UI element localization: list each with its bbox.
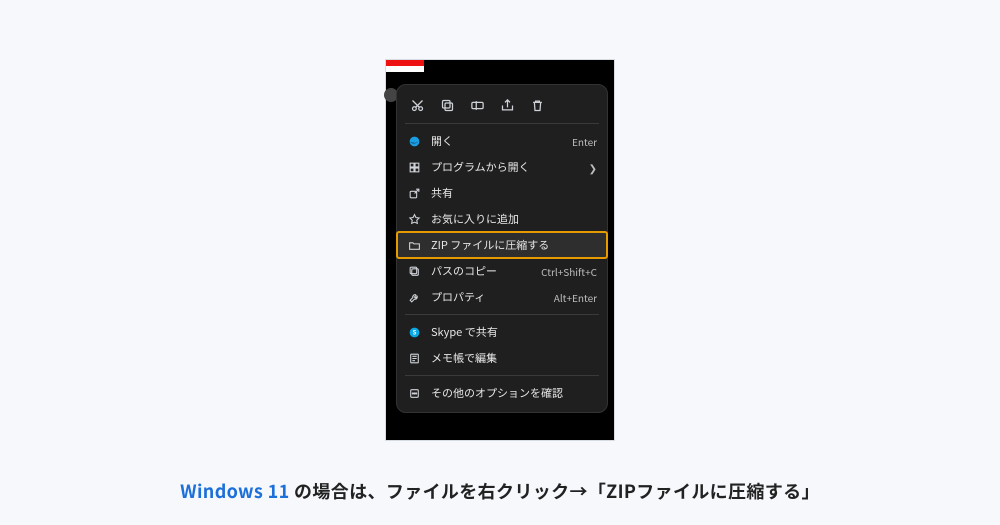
divider xyxy=(405,375,599,376)
menu-item-label: Skype で共有 xyxy=(431,324,597,340)
chevron-right-icon: ❯ xyxy=(589,160,597,175)
menu-item-favorite[interactable]: お気に入りに追加 xyxy=(397,206,607,232)
share-out-icon xyxy=(407,186,421,200)
open-with-icon xyxy=(407,160,421,174)
svg-text:S: S xyxy=(412,327,416,336)
rename-icon[interactable] xyxy=(469,97,485,113)
menu-item-label: お気に入りに追加 xyxy=(431,211,597,227)
context-menu-toolbar xyxy=(397,91,607,119)
copy-icon[interactable] xyxy=(439,97,455,113)
window-decoration xyxy=(386,60,424,66)
skype-icon: S xyxy=(407,325,421,339)
caption: Windows 11 の場合は、ファイルを右クリック→「ZIPファイルに圧縮する… xyxy=(0,478,1000,504)
menu-item-label: プロパティ xyxy=(431,289,544,305)
menu-item-properties[interactable]: プロパティ Alt+Enter xyxy=(397,284,607,310)
divider xyxy=(405,314,599,315)
menu-item-label: ZIP ファイルに圧縮する xyxy=(431,237,597,253)
menu-item-open[interactable]: 開く Enter xyxy=(397,128,607,154)
wrench-icon xyxy=(407,290,421,304)
caption-accent: Windows 11 xyxy=(180,478,289,504)
menu-item-shortcut: Enter xyxy=(572,134,597,149)
notepad-icon xyxy=(407,351,421,365)
menu-item-label: プログラムから開く xyxy=(431,159,579,175)
divider xyxy=(405,123,599,124)
screenshot-frame: 開く Enter プログラムから開く ❯ 共有 お気に入りに追加 xyxy=(386,60,614,440)
cut-icon[interactable] xyxy=(409,97,425,113)
menu-item-shortcut: Ctrl+Shift+C xyxy=(541,264,597,279)
menu-item-notepad[interactable]: メモ帳で編集 xyxy=(397,345,607,371)
caption-rest: の場合は、ファイルを右クリック→「ZIPファイルに圧縮する」 xyxy=(290,478,820,504)
context-menu: 開く Enter プログラムから開く ❯ 共有 お気に入りに追加 xyxy=(396,84,608,413)
menu-item-open-with[interactable]: プログラムから開く ❯ xyxy=(397,154,607,180)
menu-item-label: 共有 xyxy=(431,185,597,201)
menu-item-more-options[interactable]: その他のオプションを確認 xyxy=(397,380,607,406)
menu-item-share[interactable]: 共有 xyxy=(397,180,607,206)
menu-item-label: 開く xyxy=(431,133,562,149)
menu-item-label: パスのコピー xyxy=(431,263,531,279)
menu-item-zip[interactable]: ZIP ファイルに圧縮する xyxy=(397,232,607,258)
copy-path-icon xyxy=(407,264,421,278)
menu-item-label: メモ帳で編集 xyxy=(431,350,597,366)
star-icon xyxy=(407,212,421,226)
folder-zip-icon xyxy=(407,238,421,252)
delete-icon[interactable] xyxy=(529,97,545,113)
more-options-icon xyxy=(407,386,421,400)
menu-item-label: その他のオプションを確認 xyxy=(431,385,597,401)
edge-icon xyxy=(407,134,421,148)
menu-item-skype[interactable]: S Skype で共有 xyxy=(397,319,607,345)
menu-item-copy-path[interactable]: パスのコピー Ctrl+Shift+C xyxy=(397,258,607,284)
menu-item-shortcut: Alt+Enter xyxy=(554,290,597,305)
share-icon[interactable] xyxy=(499,97,515,113)
